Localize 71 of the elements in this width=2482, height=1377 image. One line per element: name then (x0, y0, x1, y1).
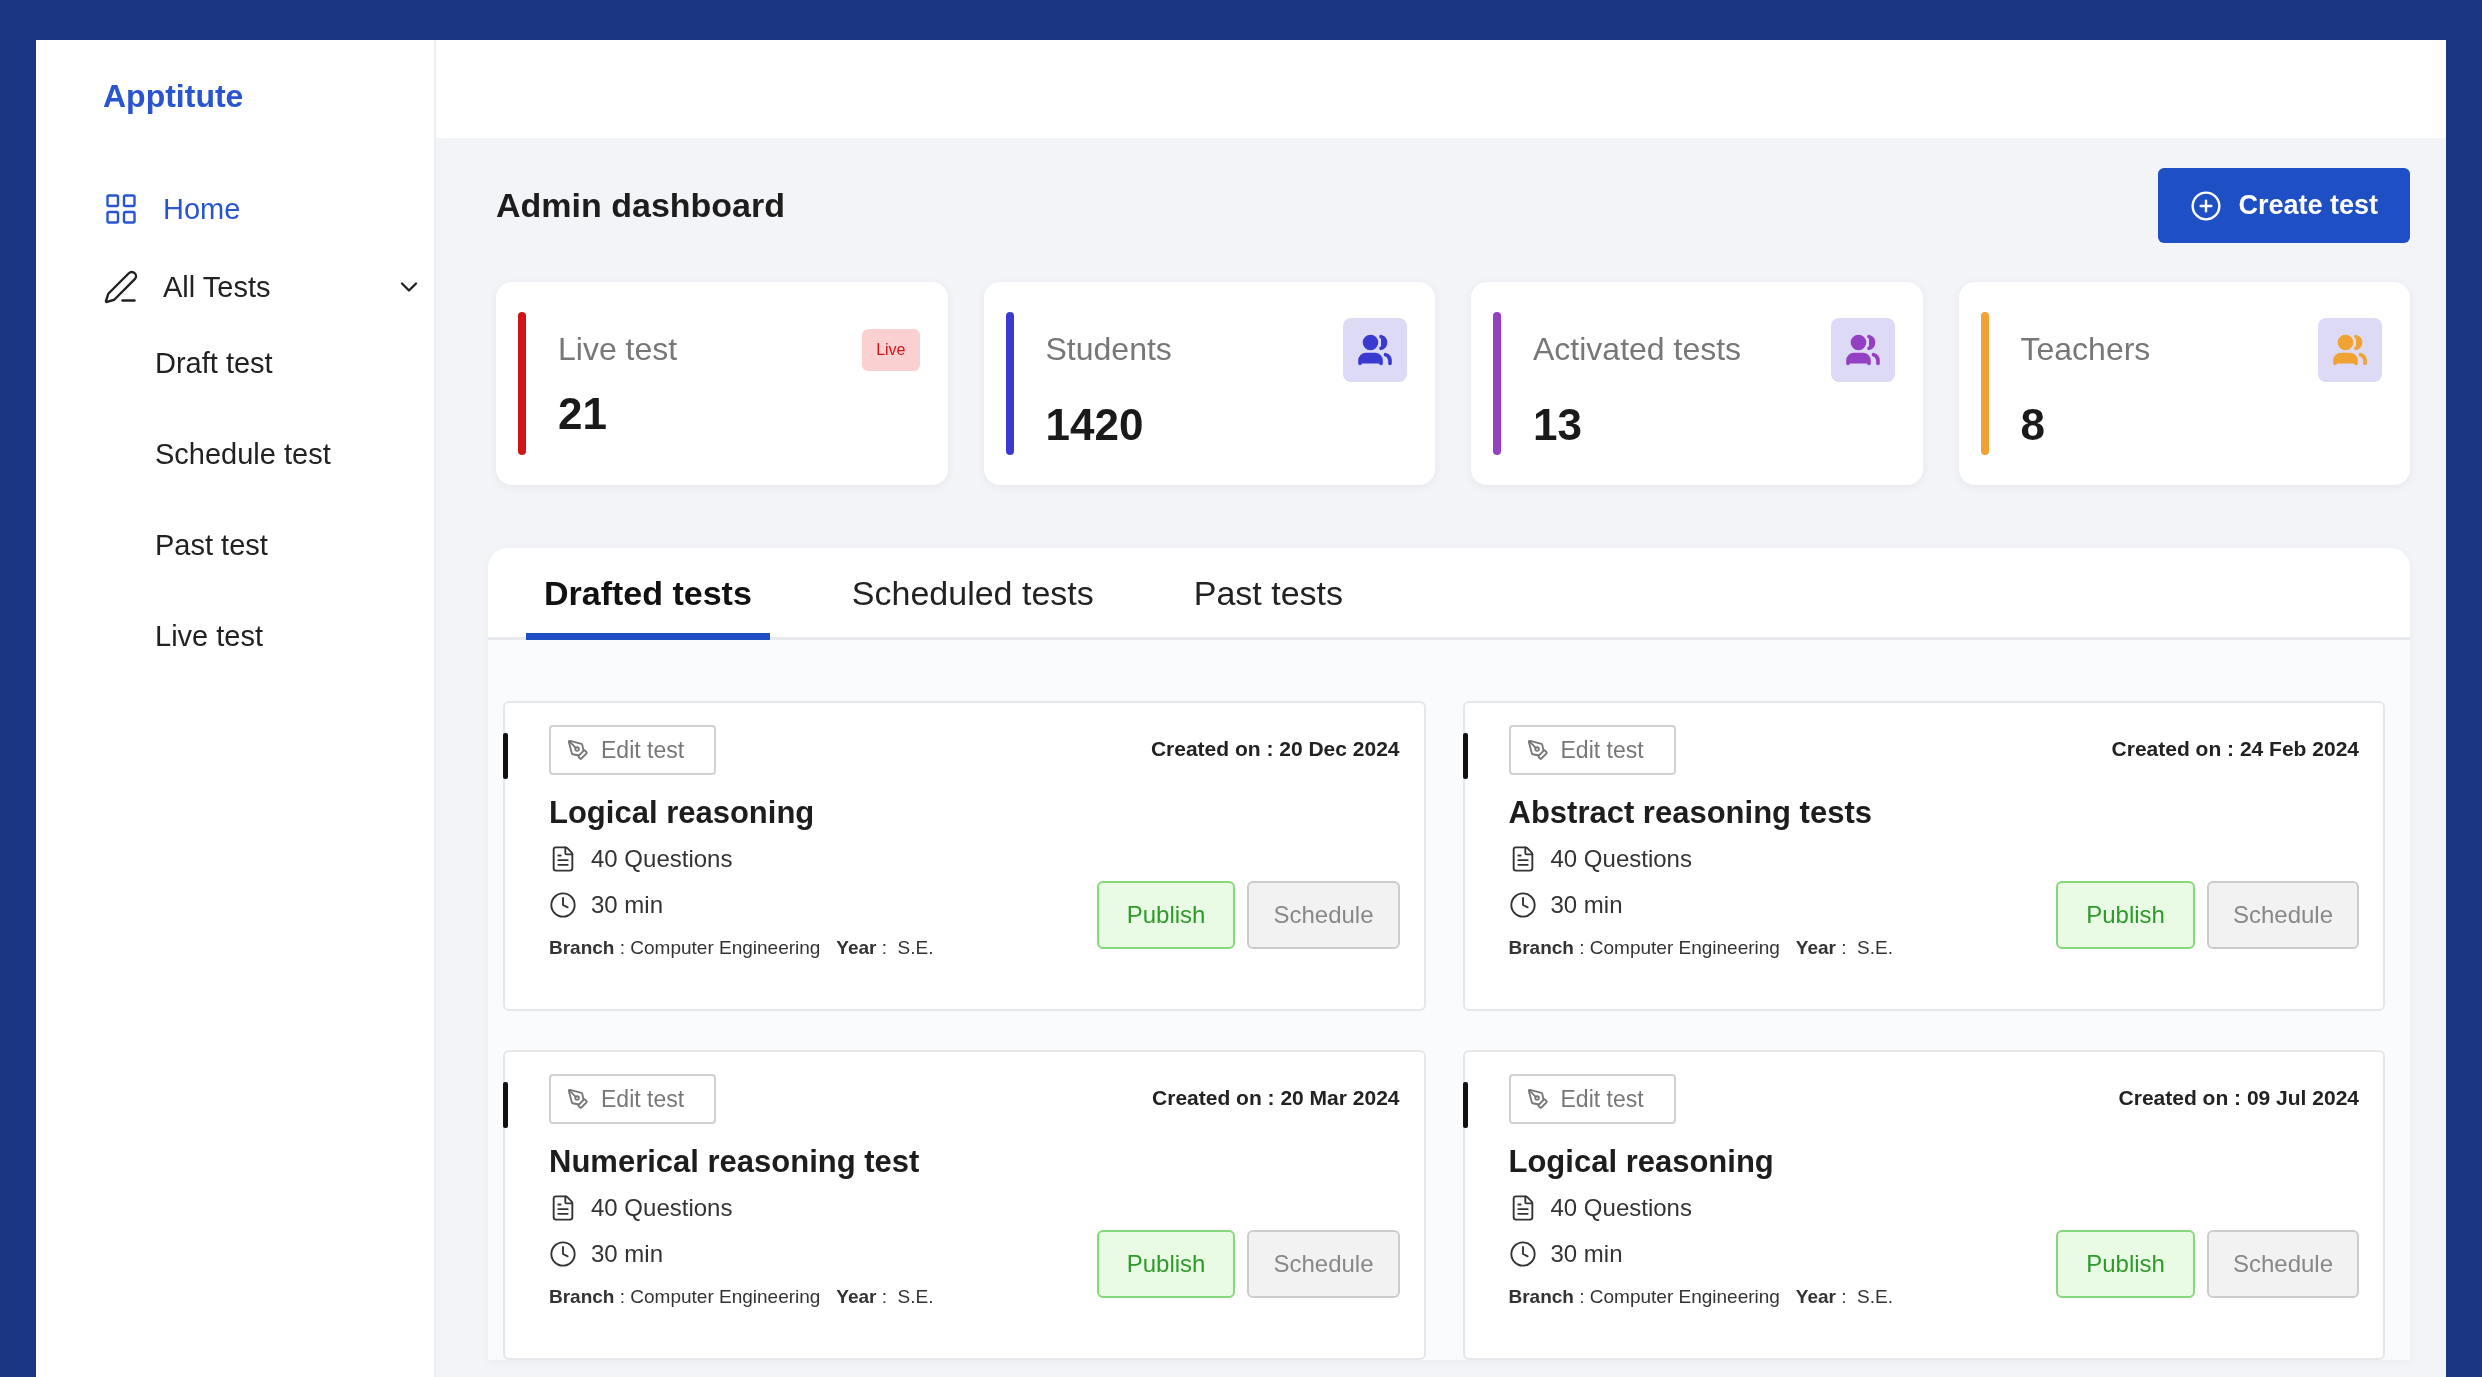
stat-value: 1420 (1045, 399, 1145, 450)
schedule-button[interactable]: Schedule (2206, 881, 2359, 949)
sidebar-subitem[interactable]: Schedule test (103, 426, 331, 517)
stat-label: Live test (558, 331, 678, 368)
users-icon (2318, 317, 2382, 382)
created-date: Created on : 24 Feb 2024 (2111, 736, 2359, 761)
publish-button[interactable]: Publish (2056, 881, 2195, 949)
schedule-button[interactable]: Schedule (2206, 1230, 2359, 1298)
branch-year-text: Branch : Computer Engineering Year : S.E. (549, 1286, 934, 1308)
sidebar-item[interactable]: Home (103, 179, 423, 239)
tab[interactable]: Past tests (1175, 548, 1362, 640)
pen-icon (567, 1088, 589, 1110)
pencil-icon (103, 269, 139, 305)
sidebar-subitem[interactable]: Live test (103, 608, 263, 699)
publish-button[interactable]: Publish (1096, 1230, 1236, 1298)
card-marker (503, 733, 508, 779)
stat-value: 13 (1533, 399, 1583, 450)
pen-icon (1526, 1088, 1549, 1110)
branch-year-text: Branch : Computer Engineering Year : S.E. (1508, 937, 1893, 959)
schedule-button[interactable]: Schedule (1247, 881, 1400, 949)
clock-icon (549, 891, 577, 919)
pen-icon (1526, 739, 1549, 761)
sidebar-item[interactable]: All Tests (103, 257, 423, 317)
duration: 30 min (591, 891, 664, 919)
clock-icon (1508, 1240, 1537, 1268)
clock-icon (1508, 891, 1537, 919)
edit-test-button[interactable]: Edit test (549, 1074, 717, 1124)
duration: 30 min (591, 1240, 664, 1268)
app-logo: Apptitute (103, 78, 245, 115)
users-icon (1830, 317, 1895, 382)
question-count: 40 Questions (591, 845, 733, 873)
stat-value: 8 (2020, 399, 2046, 450)
branch-year-text: Branch : Computer Engineering Year : S.E. (549, 937, 934, 959)
live-badge: Live (862, 328, 920, 371)
edit-test-button[interactable]: Edit test (1508, 725, 1676, 775)
card-marker (503, 1082, 508, 1128)
created-date: Created on : 09 Jul 2024 (2118, 1085, 2359, 1110)
question-count: 40 Questions (1550, 845, 1692, 873)
test-title: Logical reasoning (1508, 1144, 1775, 1180)
duration: 30 min (1550, 1240, 1623, 1268)
card-marker (1462, 733, 1468, 779)
page-title: Admin dashboard (496, 186, 786, 225)
question-count: 40 Questions (591, 1194, 733, 1222)
card-marker (1462, 1082, 1468, 1128)
create-test-button[interactable]: Create test (2158, 168, 2410, 243)
schedule-button[interactable]: Schedule (1247, 1230, 1400, 1298)
created-date: Created on : 20 Mar 2024 (1152, 1085, 1400, 1110)
sidebar-subitem[interactable]: Past test (103, 517, 268, 608)
stat-label: Activated tests (1533, 331, 1742, 368)
test-title: Numerical reasoning test (549, 1144, 921, 1180)
branch-year-text: Branch : Computer Engineering Year : S.E. (1508, 1286, 1893, 1308)
sidebar-subitem[interactable]: Draft test (103, 335, 273, 426)
clock-icon (549, 1240, 577, 1268)
question-count: 40 Questions (1550, 1194, 1692, 1222)
test-title: Abstract reasoning tests (1508, 795, 1873, 831)
grid-icon (103, 191, 139, 227)
stat-label: Students (1045, 331, 1172, 368)
stat-label: Teachers (2020, 331, 2151, 368)
plus-circle-icon (2190, 189, 2223, 222)
stat-value: 21 (558, 388, 608, 439)
tab[interactable]: Scheduled tests (833, 548, 1112, 640)
created-date: Created on : 20 Dec 2024 (1150, 736, 1400, 761)
duration: 30 min (1550, 891, 1623, 919)
publish-button[interactable]: Publish (1096, 881, 1236, 949)
test-title: Logical reasoning (549, 795, 816, 831)
edit-test-button[interactable]: Edit test (549, 725, 717, 775)
users-icon (1343, 317, 1407, 382)
publish-button[interactable]: Publish (2056, 1230, 2195, 1298)
tab[interactable]: Drafted tests (526, 548, 770, 640)
pen-icon (567, 739, 589, 761)
edit-test-button[interactable]: Edit test (1508, 1074, 1676, 1124)
